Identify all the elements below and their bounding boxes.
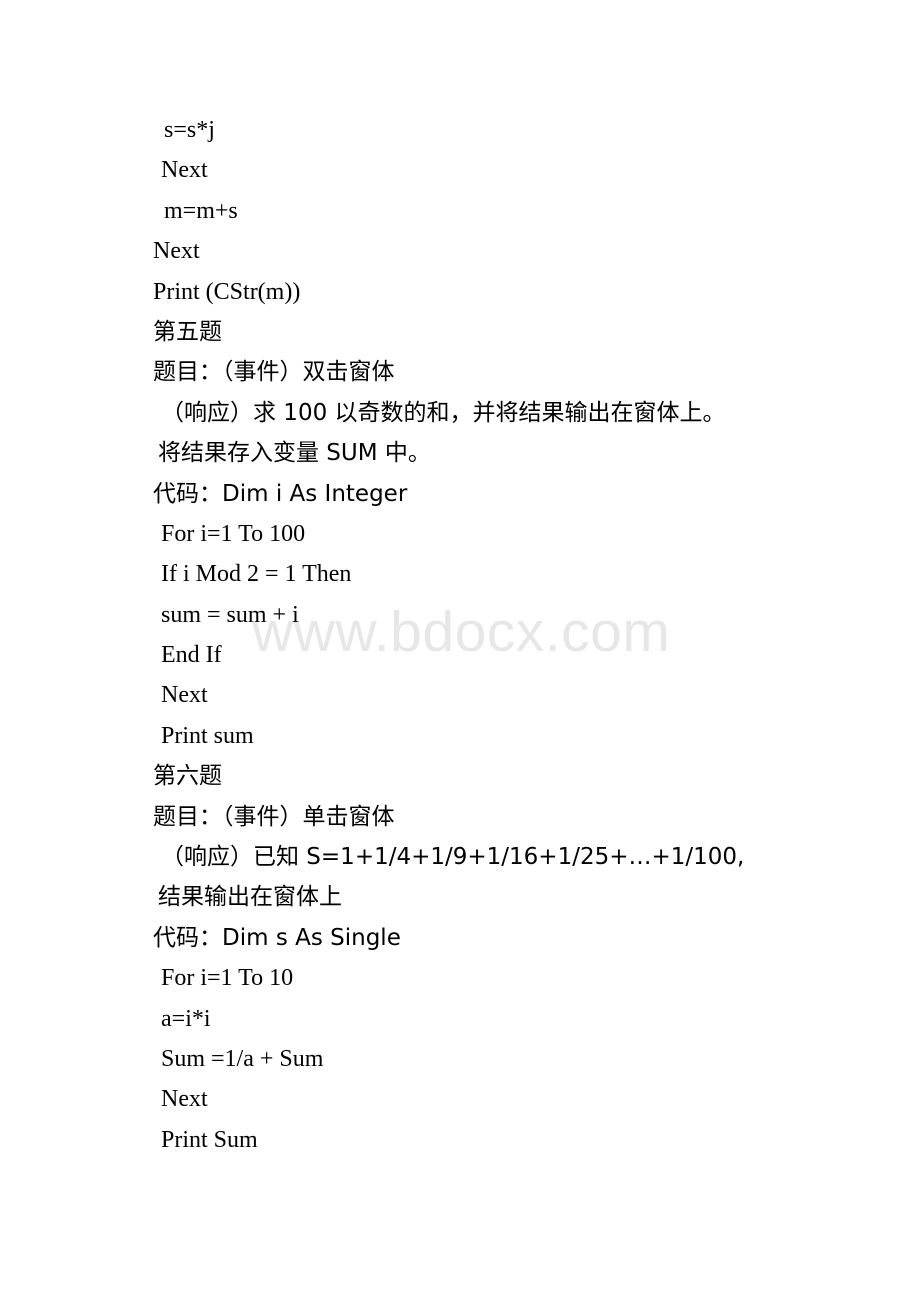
text-line: Next [153, 238, 200, 265]
text-line: a=i*i [161, 1005, 211, 1032]
text-line: Next [161, 1086, 208, 1113]
text-line: For i=1 To 10 [161, 965, 294, 992]
text-line: 题目：（事件）双击窗体 [153, 359, 395, 386]
text-line: （响应）已知 S=1+1/4+1/9+1/16+1/25+…+1/100, [161, 844, 745, 871]
text-line: s=s*j [164, 117, 215, 143]
text-line: （响应）求 100 以奇数的和，并将结果输出在窗体上。 [161, 399, 726, 426]
document-page: www.bdocx.com s=s*j Next m=m+s Next Print (C… [0, 0, 920, 1302]
text-line: Next [161, 157, 208, 184]
text-line: End If [161, 642, 222, 669]
text-line: Next [161, 682, 208, 709]
text-line: Print Sum [161, 1126, 258, 1153]
text-line: Print (CStr(m)) [153, 278, 301, 305]
text-line: 题目：（事件）单击窗体 [153, 803, 395, 830]
text-line: If i Mod 2 = 1 Then [161, 561, 352, 588]
text-line: 第五题 [153, 318, 222, 345]
text-line: 将结果存入变量 SUM 中。 [158, 440, 431, 467]
text-line: 代码：Dim s As Single [153, 924, 401, 951]
text-line: sum = sum + i [161, 601, 299, 628]
text-line: m=m+s [164, 197, 238, 224]
text-line: 代码：Dim i As Integer [153, 480, 408, 507]
document-text-body: s=s*j Next m=m+s Next Print (CStr(m)) 第五题题目：（… [0, 0, 920, 1160]
text-line: For i=1 To 100 [161, 520, 306, 547]
text-line: Print sum [161, 722, 254, 749]
text-line: 第六题 [153, 763, 222, 790]
text-line: 结果输出在窗体上 [158, 884, 342, 911]
text-line: Sum =1/a + Sum [161, 1045, 324, 1072]
